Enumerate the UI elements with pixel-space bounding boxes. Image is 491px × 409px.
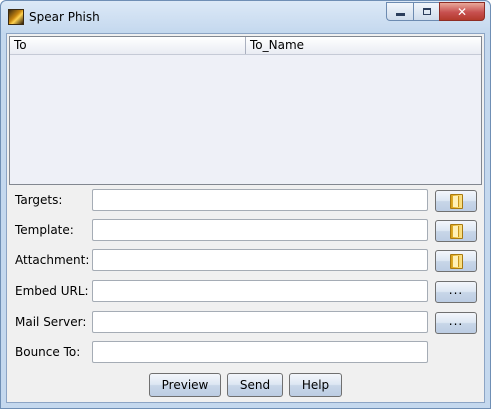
preview-button[interactable]: Preview [149, 373, 221, 397]
caption-buttons: ✕ [386, 2, 485, 21]
attachment-row: Attachment: [7, 249, 484, 273]
attachment-label: Attachment: [15, 253, 90, 267]
window-title: Spear Phish [29, 10, 100, 24]
attachment-input[interactable] [92, 249, 428, 271]
spear-phish-window: Spear Phish ✕ To To_Name Targets: Templa… [0, 0, 491, 409]
mail-server-button[interactable]: ... [435, 312, 477, 334]
targets-row: Targets: [7, 189, 484, 213]
folder-icon [449, 223, 463, 239]
folder-icon [449, 253, 463, 269]
recipients-table[interactable]: To To_Name [9, 36, 482, 185]
dialog-body: To To_Name Targets: Template: Attachment… [6, 33, 485, 403]
bounce-to-input[interactable] [92, 341, 428, 363]
window-border-right [485, 33, 490, 408]
action-bar: Preview Send Help [7, 373, 484, 397]
template-label: Template: [15, 223, 74, 237]
bounce-to-row: Bounce To: [7, 341, 484, 365]
help-button[interactable]: Help [289, 373, 342, 397]
close-button[interactable]: ✕ [439, 2, 485, 21]
mail-server-label: Mail Server: [15, 315, 87, 329]
targets-label: Targets: [15, 193, 63, 207]
template-row: Template: [7, 219, 484, 243]
minimize-icon [395, 13, 405, 16]
mail-server-button-label: ... [448, 314, 464, 328]
minimize-button[interactable] [386, 2, 413, 21]
maximize-icon [422, 8, 431, 15]
template-input[interactable] [92, 219, 428, 241]
folder-icon [449, 193, 463, 209]
targets-browse-button[interactable] [435, 190, 477, 212]
targets-input[interactable] [92, 189, 428, 211]
send-button[interactable]: Send [227, 373, 283, 397]
close-icon: ✕ [456, 4, 468, 19]
embed-url-button[interactable]: ... [435, 281, 477, 303]
embed-url-label: Embed URL: [15, 284, 89, 298]
embed-url-input[interactable] [92, 280, 428, 302]
template-browse-button[interactable] [435, 220, 477, 242]
attachment-browse-button[interactable] [435, 250, 477, 272]
bounce-to-label: Bounce To: [15, 345, 81, 359]
embed-url-button-label: ... [448, 283, 464, 297]
mail-server-row: Mail Server: ... [7, 311, 484, 335]
app-icon [8, 9, 24, 25]
title-bar[interactable]: Spear Phish ✕ [1, 1, 490, 33]
embed-url-row: Embed URL: ... [7, 280, 484, 304]
mail-server-input[interactable] [92, 311, 428, 333]
column-header-to-name[interactable]: To_Name [246, 37, 481, 54]
maximize-button[interactable] [413, 2, 439, 21]
table-header: To To_Name [10, 37, 481, 55]
column-header-to[interactable]: To [10, 37, 246, 54]
